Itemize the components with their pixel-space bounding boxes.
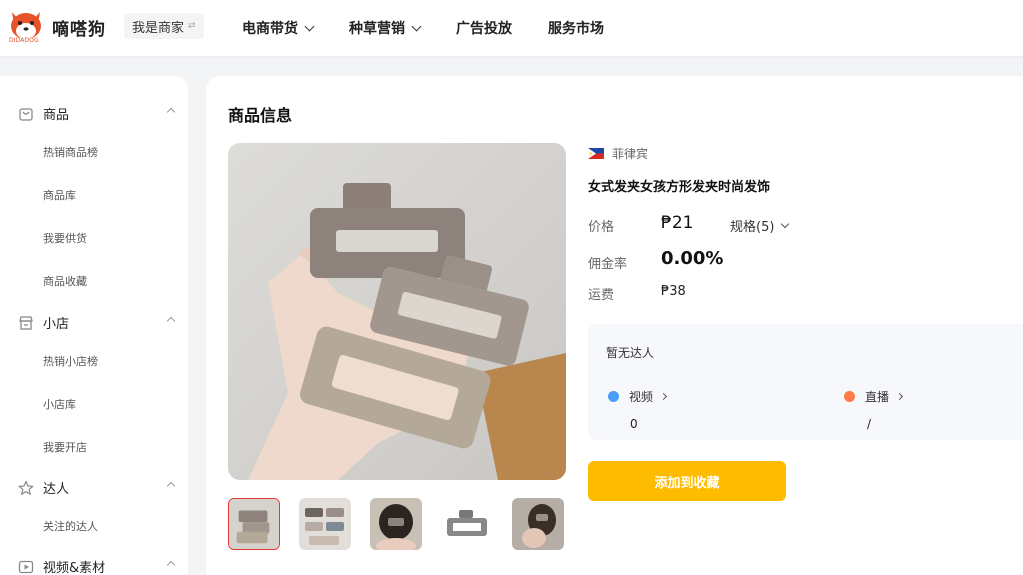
sidebar-item-hot-shops[interactable]: 热销小店榜 — [43, 353, 98, 369]
sidebar-section-shops[interactable]: 小店 — [18, 313, 176, 332]
merchant-label: 我是商家 — [132, 20, 185, 36]
sidebar-item-open-shop[interactable]: 我要开店 — [43, 439, 87, 455]
nav-label: 广告投放 — [456, 21, 512, 37]
main-nav: 电商带货 种草营销 广告投放 服务市场 — [242, 0, 640, 56]
video-dot-icon — [608, 391, 619, 402]
sidebar-section-label: 小店 — [43, 317, 70, 332]
thumbnail-2[interactable] — [299, 498, 351, 550]
price-label: 价格 — [588, 220, 615, 235]
star-icon — [18, 480, 34, 495]
thumbnail-3[interactable] — [370, 498, 422, 550]
video-icon — [18, 560, 34, 573]
sidebar-section-label: 商品 — [43, 108, 70, 123]
chevron-down-icon — [411, 21, 422, 31]
video-metric-link[interactable]: 视频 — [608, 388, 668, 405]
video-label: 视频 — [629, 390, 654, 404]
sidebar-item-shop-library[interactable]: 小店库 — [43, 396, 76, 412]
top-header: DIDADOG 嘀嗒狗 我是商家 ⇄ 电商带货 种草营销 广告投放 服务市场 — [0, 0, 1023, 56]
merchant-switch-button[interactable]: 我是商家 ⇄ — [124, 13, 204, 39]
section-title: 商品信息 — [228, 106, 293, 125]
nav-label: 种草营销 — [349, 21, 405, 37]
sidebar-section-label: 达人 — [43, 482, 70, 497]
add-to-favorites-button[interactable]: 添加到收藏 — [588, 461, 786, 501]
chevron-up-icon — [166, 560, 176, 570]
chevron-right-icon — [659, 392, 668, 401]
nav-ecommerce[interactable]: 电商带货 — [242, 18, 315, 38]
video-count: 0 — [630, 417, 638, 431]
live-label: 直播 — [865, 390, 890, 404]
philippines-flag-icon — [588, 148, 604, 159]
spec-label: 规格(5) — [730, 220, 775, 235]
sidebar-item-product-library[interactable]: 商品库 — [43, 187, 76, 203]
sidebar-item-product-favorites[interactable]: 商品收藏 — [43, 273, 87, 289]
chevron-up-icon — [166, 107, 176, 117]
nav-label: 服务市场 — [548, 21, 604, 37]
brand-name[interactable]: 嘀嗒狗 — [52, 15, 106, 40]
commission-label: 佣金率 — [588, 257, 628, 272]
influencer-panel: 暂无达人 视频 0 直播 / — [588, 324, 1023, 440]
thumbnail-5[interactable] — [512, 498, 564, 550]
live-count: / — [867, 417, 872, 431]
sidebar-section-videos[interactable]: 视频&素材 — [18, 557, 176, 575]
product-price: ₱21 — [661, 213, 694, 233]
nav-advertising[interactable]: 广告投放 — [456, 18, 512, 38]
product-main-image[interactable] — [228, 143, 566, 480]
chevron-up-icon — [166, 316, 176, 326]
live-dot-icon — [844, 391, 855, 402]
shipping-label: 运费 — [588, 288, 615, 303]
swap-icon: ⇄ — [188, 21, 196, 31]
sidebar-item-followed-influencers[interactable]: 关注的达人 — [43, 518, 98, 534]
chevron-down-icon — [781, 219, 790, 228]
spec-dropdown[interactable]: 规格(5) — [730, 216, 790, 235]
product-name: 女式发夹女孩方形发夹时尚发饰 — [588, 180, 771, 195]
chevron-down-icon — [304, 21, 315, 31]
store-icon — [19, 315, 33, 330]
no-influencer-text: 暂无达人 — [606, 346, 655, 360]
shopping-bag-icon — [19, 107, 33, 121]
product-country: 菲律宾 — [588, 145, 648, 162]
live-metric-link[interactable]: 直播 — [844, 388, 904, 405]
thumbnail-1[interactable] — [228, 498, 280, 550]
logo-subtitle: DIDADOG — [9, 37, 39, 44]
sidebar-item-hot-products[interactable]: 热销商品榜 — [43, 144, 98, 160]
sidebar-item-supply[interactable]: 我要供货 — [43, 230, 87, 246]
nav-seeding-marketing[interactable]: 种草营销 — [349, 18, 422, 38]
sidebar-section-label: 视频&素材 — [43, 561, 106, 575]
thumbnail-4[interactable] — [441, 498, 493, 550]
chevron-right-icon — [895, 392, 904, 401]
product-info-card: 商品信息 菲律宾 女式发夹女孩方形发夹时尚发饰 价格 ₱21 规格(5) 佣金率… — [206, 76, 1023, 575]
chevron-up-icon — [166, 481, 176, 491]
nav-service-market[interactable]: 服务市场 — [548, 18, 604, 38]
nav-label: 电商带货 — [242, 21, 298, 37]
sidebar: 商品 热销商品榜 商品库 我要供货 商品收藏 小店 热销小店榜 小店库 我要开店… — [0, 76, 188, 575]
commission-rate: 0.00% — [661, 248, 724, 269]
country-name: 菲律宾 — [612, 147, 649, 161]
shipping-fee: ₱38 — [661, 284, 686, 299]
sidebar-section-influencers[interactable]: 达人 — [18, 478, 176, 497]
sidebar-section-products[interactable]: 商品 — [18, 104, 176, 123]
